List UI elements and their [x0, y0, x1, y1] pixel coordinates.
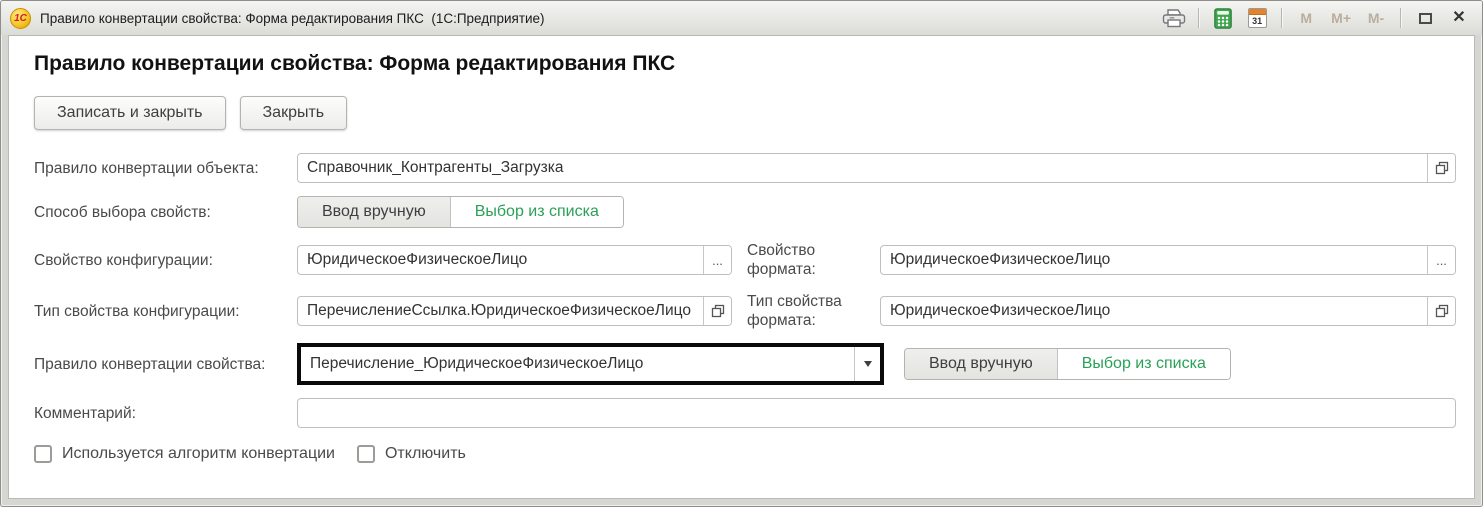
row-property-type: Тип свойства конфигурации: Тип свойства … — [34, 292, 1456, 330]
maximize-icon — [1418, 12, 1432, 24]
format-property-input[interactable] — [881, 246, 1427, 274]
property-select-from-list-segment[interactable]: Выбор из списка — [1057, 349, 1230, 379]
config-property-type-field — [297, 296, 732, 326]
format-property-type-input[interactable] — [881, 297, 1427, 325]
config-property-label: Свойство конфигурации: — [34, 251, 213, 269]
row-property: Свойство конфигурации: ... Свойство форм… — [34, 241, 1456, 279]
titlebar-separator — [1281, 8, 1283, 28]
maximize-button[interactable] — [1412, 5, 1438, 31]
select-from-list-segment[interactable]: Выбор из списка — [450, 197, 623, 227]
open-icon — [1435, 161, 1448, 175]
config-property-type-input[interactable] — [298, 297, 703, 325]
comment-field — [297, 398, 1456, 428]
object-rule-input[interactable] — [298, 154, 1427, 182]
property-rule-toggle: Ввод вручную Выбор из списка — [904, 348, 1231, 380]
config-property-field: ... — [297, 245, 732, 275]
config-property-type-label: Тип свойства конфигурации: — [34, 302, 240, 320]
row-property-rule: Правило конвертации свойства: Ввод вручн… — [34, 343, 1456, 385]
algorithm-checkbox[interactable] — [34, 445, 52, 463]
property-rule-combobox — [297, 343, 884, 385]
property-rule-dropdown-button[interactable] — [854, 347, 880, 381]
row-comment: Комментарий: — [34, 398, 1456, 428]
calendar-icon: 31 — [1247, 8, 1267, 28]
object-rule-open-button[interactable] — [1427, 154, 1455, 182]
calendar-day-number: 31 — [1252, 16, 1263, 26]
calendar-button[interactable]: 31 — [1244, 5, 1270, 31]
memory-minus-button[interactable]: M- — [1363, 5, 1389, 31]
config-property-choose-button[interactable]: ... — [703, 246, 731, 274]
format-property-field: ... — [880, 245, 1456, 275]
format-property-label: Свойство формата: — [747, 242, 816, 278]
selection-method-label: Способ выбора свойств: — [34, 203, 211, 221]
manual-input-segment[interactable]: Ввод вручную — [298, 197, 451, 227]
format-property-type-field — [880, 296, 1456, 326]
property-manual-input-segment[interactable]: Ввод вручную — [905, 349, 1058, 379]
titlebar: 1С Правило конвертации свойства: Форма р… — [1, 1, 1482, 35]
app-window: 1С Правило конвертации свойства: Форма р… — [0, 0, 1483, 507]
row-checkboxes: Используется алгоритм конвертации Отключ… — [34, 445, 1456, 463]
object-rule-label: Правило конвертации объекта: — [34, 159, 259, 177]
print-button[interactable] — [1161, 5, 1187, 31]
comment-input[interactable] — [298, 399, 1455, 427]
object-rule-field — [297, 153, 1456, 183]
1c-logo-icon: 1С — [10, 7, 31, 29]
close-form-button[interactable]: Закрыть — [239, 96, 348, 130]
titlebar-controls: 31 M M+ M- ✕ — [1161, 5, 1472, 31]
open-icon — [1435, 304, 1448, 318]
titlebar-separator — [1198, 8, 1200, 28]
row-object-rule: Правило конвертации объекта: — [34, 153, 1456, 183]
open-icon — [711, 304, 724, 318]
algorithm-checkbox-label: Используется алгоритм конвертации — [62, 445, 335, 462]
form-area: Правило конвертации свойства: Форма реда… — [8, 35, 1475, 499]
format-property-choose-button[interactable]: ... — [1427, 246, 1455, 274]
format-property-type-open-button[interactable] — [1427, 297, 1455, 325]
window-title: Правило конвертации свойства: Форма реда… — [40, 10, 545, 26]
close-button[interactable]: ✕ — [1446, 5, 1472, 31]
chevron-down-icon — [863, 361, 872, 367]
printer-icon — [1162, 8, 1186, 27]
config-property-input[interactable] — [298, 246, 703, 274]
comment-label: Комментарий: — [34, 404, 136, 422]
save-and-close-button[interactable]: Записать и закрыть — [34, 96, 226, 130]
calculator-button[interactable] — [1210, 5, 1236, 31]
toolbar: Записать и закрыть Закрыть — [34, 96, 1456, 130]
property-rule-label: Правило конвертации свойства: — [34, 355, 266, 373]
property-rule-input[interactable] — [301, 347, 854, 381]
close-icon: ✕ — [1452, 9, 1466, 26]
config-property-type-open-button[interactable] — [703, 297, 731, 325]
selection-method-toggle: Ввод вручную Выбор из списка — [297, 196, 624, 228]
disable-checkbox-label: Отключить — [384, 445, 466, 462]
titlebar-left: 1С Правило конвертации свойства: Форма р… — [10, 7, 545, 29]
calculator-icon — [1214, 7, 1232, 29]
memory-plus-button[interactable]: M+ — [1327, 5, 1355, 31]
row-selection-method: Способ выбора свойств: Ввод вручную Выбо… — [34, 196, 1456, 228]
format-property-type-label: Тип свойства формата: — [747, 293, 842, 329]
disable-checkbox[interactable] — [356, 445, 375, 463]
memory-recall-button[interactable]: M — [1293, 5, 1319, 31]
titlebar-separator — [1400, 8, 1401, 28]
page-title: Правило конвертации свойства: Форма реда… — [34, 52, 676, 75]
